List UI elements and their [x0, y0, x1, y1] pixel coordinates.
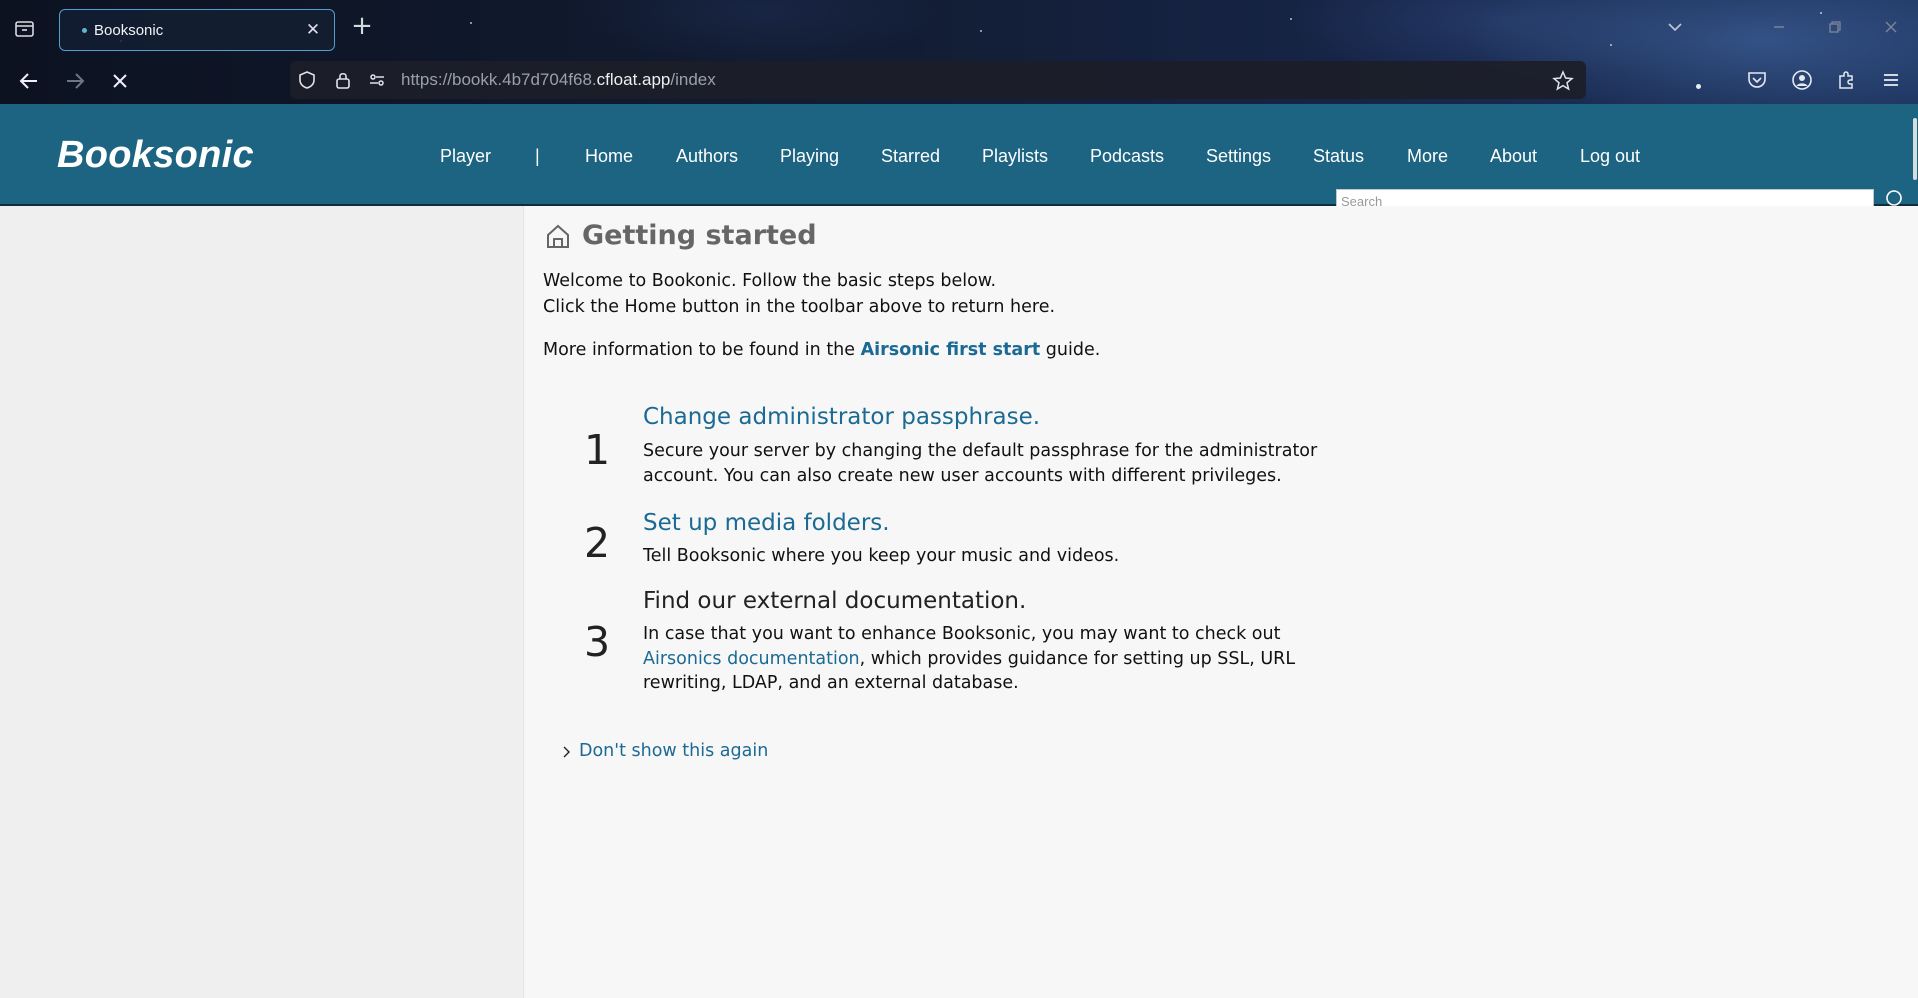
airsonic-first-start-link[interactable]: Airsonic first start [861, 340, 1041, 360]
step-description: In case that you want to enhance Bookson… [643, 622, 1343, 696]
url-host: cfloat.app [596, 70, 671, 89]
close-tab-icon[interactable]: ✕ [304, 21, 322, 39]
window-close-icon[interactable] [1880, 16, 1902, 38]
welcome-text-line2: Click the Home button in the toolbar abo… [543, 297, 1056, 317]
nav-player[interactable]: Player [440, 146, 491, 167]
minimize-icon[interactable] [1768, 16, 1790, 38]
dont-show-again-link[interactable]: Don't show this again [561, 741, 768, 761]
forward-arrow-icon[interactable] [62, 68, 88, 94]
restore-icon[interactable] [1824, 16, 1846, 38]
tab-overflow-chevron-icon[interactable] [1664, 16, 1686, 38]
airsonics-documentation-link[interactable]: Airsonics documentation [643, 649, 860, 669]
change-passphrase-link[interactable]: Change administrator passphrase. [643, 404, 1040, 430]
nav-more[interactable]: More [1407, 146, 1448, 167]
nav-home[interactable]: Home [585, 146, 633, 167]
welcome-text-line1: Welcome to Bookonic. Follow the basic st… [543, 271, 997, 291]
star-decoration [470, 22, 472, 24]
step-description: Secure your server by changing the defau… [643, 441, 1318, 486]
step-number: 1 [583, 426, 611, 474]
media-folders-link[interactable]: Set up media folders. [643, 510, 890, 536]
booksonic-logo[interactable]: Booksonic [57, 134, 254, 177]
main-content: Getting started Welcome to Bookonic. Fol… [525, 206, 1918, 998]
step-number: 3 [583, 618, 611, 666]
dont-show-label: Don't show this again [579, 741, 769, 761]
address-bar[interactable]: https://bookk.4b7d704f68.cfloat.app/inde… [290, 61, 1586, 99]
nav-about[interactable]: About [1490, 146, 1537, 167]
star-decoration [1820, 12, 1822, 14]
nav-playlists[interactable]: Playlists [982, 146, 1048, 167]
star-decoration [1696, 84, 1701, 89]
step-description: Tell Booksonic where you keep your music… [643, 546, 1120, 566]
extensions-icon[interactable] [1834, 68, 1858, 92]
tab-title: Booksonic [94, 21, 164, 39]
star-decoration [1610, 44, 1612, 46]
stop-loading-icon[interactable] [107, 68, 133, 94]
url-prefix: https://bookk.4b7d704f68. [401, 70, 597, 89]
title-row: Getting started [544, 220, 817, 251]
new-tab-icon[interactable]: + [350, 13, 374, 39]
home-icon [544, 222, 572, 250]
page-title: Getting started [582, 220, 817, 251]
site-permissions-icon[interactable] [367, 70, 387, 90]
chevron-right-icon [561, 744, 573, 758]
account-icon[interactable] [1790, 68, 1814, 92]
external-docs-title: Find our external documentation. [643, 588, 1027, 614]
scrollbar-thumb[interactable] [1913, 118, 1917, 180]
left-panel [0, 206, 524, 998]
list-all-tabs-icon[interactable] [12, 17, 38, 41]
nav-playing[interactable]: Playing [780, 146, 839, 167]
info-suffix: guide. [1040, 340, 1101, 360]
search-icon[interactable] [1884, 188, 1906, 206]
pocket-icon[interactable] [1745, 68, 1769, 92]
info-prefix: More information to be found in the [543, 340, 861, 360]
search-input[interactable]: Search [1336, 189, 1874, 206]
nav-separator: | [535, 146, 540, 166]
loading-dot-icon [82, 27, 87, 33]
star-decoration [980, 30, 982, 32]
bookmark-star-icon[interactable] [1552, 70, 1574, 91]
nav-podcasts[interactable]: Podcasts [1090, 146, 1164, 167]
docs-desc-prefix: In case that you want to enhance Bookson… [643, 624, 1281, 644]
site-header: Booksonic Player | Home Authors Playing … [0, 104, 1918, 206]
star-decoration [1290, 18, 1292, 20]
url-path: /index [670, 70, 716, 89]
more-info-text: More information to be found in the Airs… [543, 340, 1100, 360]
nav-settings[interactable]: Settings [1206, 146, 1271, 167]
url-text[interactable]: https://bookk.4b7d704f68.cfloat.app/inde… [401, 70, 716, 90]
step-number: 2 [583, 519, 611, 567]
lock-icon[interactable] [333, 70, 353, 90]
browser-tab-active[interactable]: Booksonic ✕ [59, 9, 335, 51]
app-menu-icon[interactable] [1879, 68, 1903, 92]
nav-authors[interactable]: Authors [676, 146, 738, 167]
nav-starred[interactable]: Starred [881, 146, 940, 167]
nav-log-out[interactable]: Log out [1580, 146, 1640, 167]
nav-status[interactable]: Status [1313, 146, 1364, 167]
back-arrow-icon[interactable] [16, 68, 42, 94]
browser-chrome: Booksonic ✕ + https://bookk.4b7d704f68.c… [0, 0, 1918, 104]
tracking-shield-icon[interactable] [297, 70, 317, 90]
